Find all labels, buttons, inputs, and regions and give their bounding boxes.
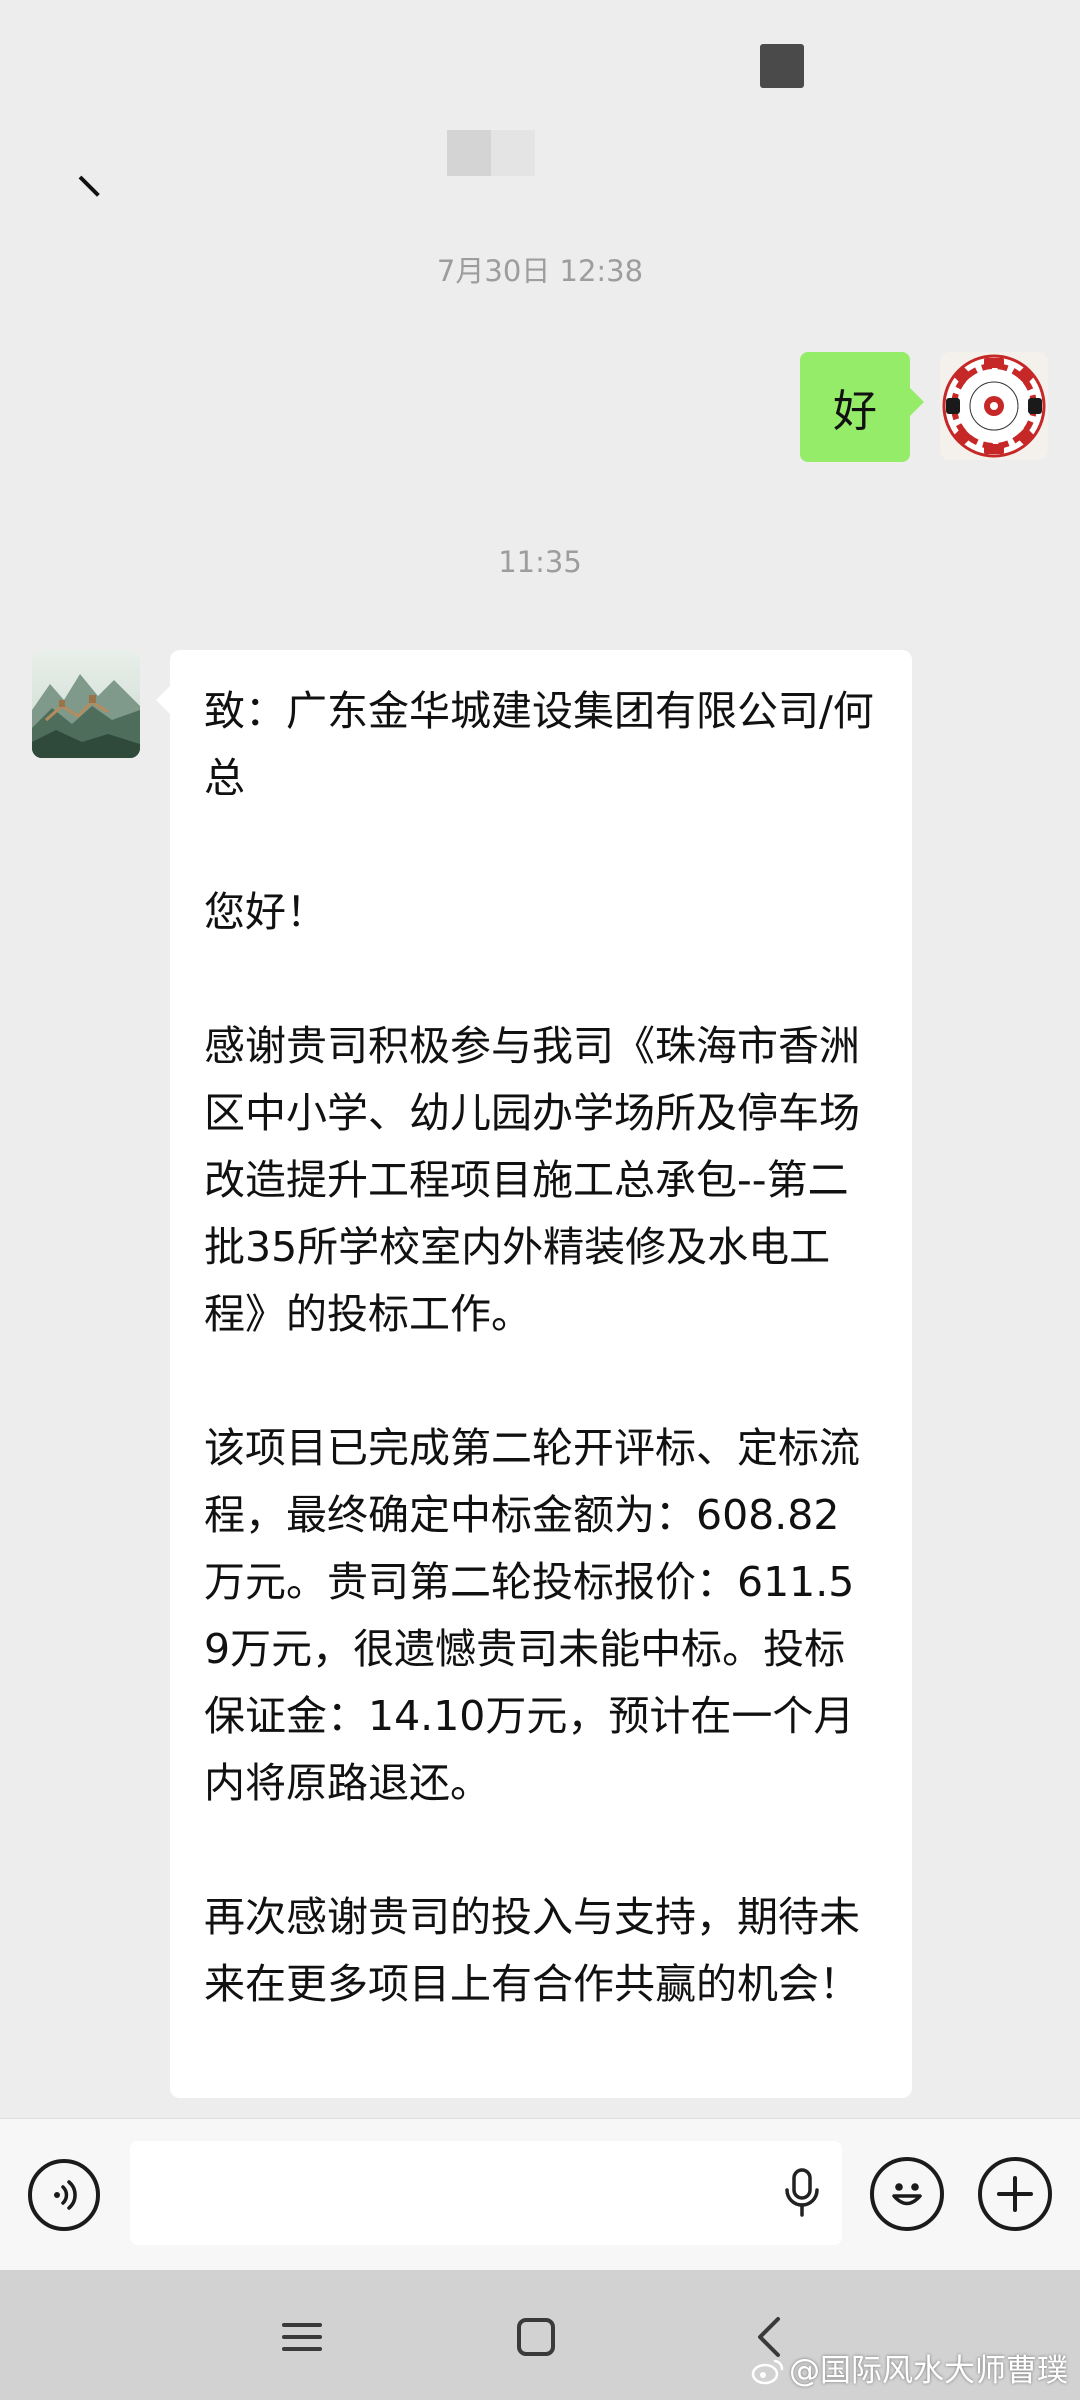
status-bar <box>0 0 1080 90</box>
watermark: @国际风水大师曹璞 <box>751 2345 1068 2390</box>
emoji-icon <box>892 2183 922 2206</box>
status-indicator-icon <box>760 44 804 88</box>
home-icon <box>517 2318 555 2356</box>
outgoing-message-bubble[interactable]: 好 <box>800 352 924 462</box>
back-arrow-icon <box>78 175 100 197</box>
great-wall-avatar-image <box>32 650 140 758</box>
voice-mode-button[interactable] <box>28 2159 100 2231</box>
back-button[interactable] <box>30 120 100 197</box>
message-timestamp: 11:35 <box>498 545 582 579</box>
system-navigation-bar: @国际风水大师曹璞 <box>0 2270 1080 2400</box>
message-timestamp: 7月30日 12:38 <box>436 254 644 288</box>
chat-header <box>0 90 1080 211</box>
message-paragraph: 该项目已完成第二轮开评标、定标流程，最终确定中标金额为：608.82万元。贵司第… <box>204 1424 860 1807</box>
bagua-avatar-image <box>940 352 1048 460</box>
weibo-icon <box>751 2359 784 2385</box>
message-input-field[interactable] <box>130 2141 842 2245</box>
emoji-button[interactable] <box>870 2157 944 2231</box>
message-paragraph: 您好！ <box>204 888 327 936</box>
message-paragraph: 致：广东金华城建设集团有限公司/何总 <box>204 687 874 802</box>
contact-name-redacted <box>447 130 535 176</box>
message-paragraph: 再次感谢贵司的投入与支持，期待未来在更多项目上有合作共赢的机会！ <box>204 1893 860 2008</box>
message-list[interactable]: 7月30日 12:38 好 11:35 致：广东金华城建设集团有限公司/何总 您… <box>0 210 1080 2118</box>
home-button[interactable] <box>504 2305 568 2369</box>
plus-icon <box>997 2176 1033 2212</box>
message-input-bar <box>0 2118 1080 2271</box>
incoming-message-bubble[interactable]: 致：广东金华城建设集团有限公司/何总 您好！ 感谢贵司积极参与我司《珠海市香洲区… <box>156 650 912 2098</box>
voice-mode-icon <box>54 2180 77 2210</box>
message-paragraph: 感谢贵司积极参与我司《珠海市香洲区中小学、幼儿园办学场所及停车场改造提升工程项目… <box>204 1022 860 1338</box>
contact-avatar[interactable] <box>32 650 140 758</box>
microphone-icon[interactable] <box>782 2168 822 2218</box>
more-actions-button[interactable] <box>978 2157 1052 2231</box>
my-avatar[interactable] <box>940 352 1048 460</box>
recent-apps-button[interactable] <box>270 2305 334 2369</box>
recent-apps-icon <box>282 2323 322 2351</box>
watermark-text: @国际风水大师曹璞 <box>789 2353 1068 2389</box>
outgoing-message-text: 好 <box>833 386 877 437</box>
